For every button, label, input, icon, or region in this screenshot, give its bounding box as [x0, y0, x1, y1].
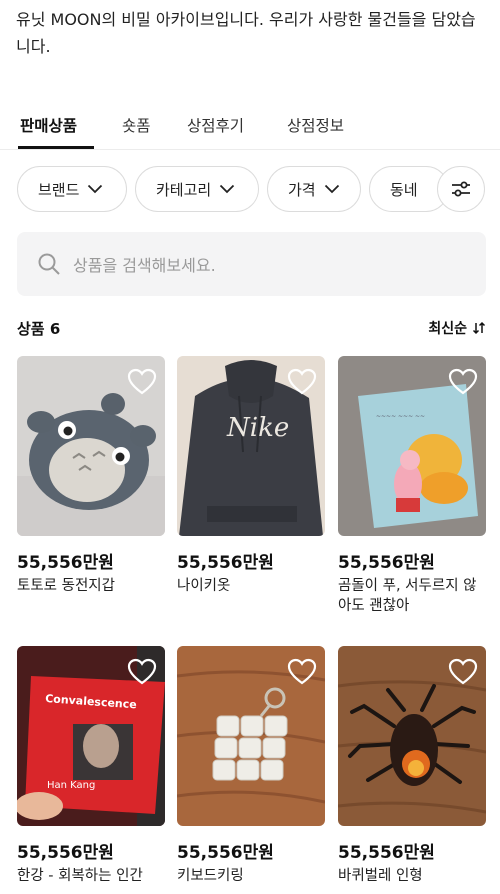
product-count: 상품 6	[17, 320, 61, 338]
product-image: Nike	[177, 356, 325, 536]
product-name: 바퀴벌레 인형	[338, 868, 423, 884]
category-filter-chip[interactable]: 카테고리	[135, 166, 259, 212]
product-name: 곰돌이 푸, 서두르지 않아도 괜찮아	[338, 578, 477, 614]
sort-icon	[472, 321, 486, 335]
heart-icon[interactable]	[127, 368, 157, 396]
price-filter-chip[interactable]: 가격	[267, 166, 361, 212]
product-image: ~~~~ ~~~ ~~	[338, 356, 486, 536]
tab-shortform[interactable]: 숏폼	[122, 114, 151, 136]
sort-label: 최신순	[428, 321, 467, 337]
store-intro: 유닛 MOON의 비밀 아카이브입니다. 우리가 사랑한 물건들을 담았습니다.	[16, 10, 476, 56]
brand-filter-chip[interactable]: 브랜드	[17, 166, 127, 212]
product-price: 55,556만원	[17, 843, 114, 863]
product-image	[17, 356, 165, 536]
search-placeholder: 상품을 검색해보세요.	[73, 256, 216, 275]
sliders-icon	[452, 181, 470, 197]
active-tab-indicator	[18, 146, 94, 149]
product-name: 한강 - 회복하는 인간	[17, 868, 143, 884]
sort-dropdown[interactable]: 최신순	[428, 318, 486, 338]
store-tabs: 판매상품 숏폼 상점후기 상점정보	[0, 110, 500, 150]
product-price: 55,556만원	[338, 553, 435, 573]
heart-icon[interactable]	[448, 658, 478, 686]
product-price: 55,556만원	[177, 843, 274, 863]
tab-store-info[interactable]: 상점정보	[287, 114, 344, 136]
tab-reviews[interactable]: 상점후기	[187, 114, 244, 136]
filter-settings-button[interactable]	[437, 166, 485, 212]
product-image	[177, 646, 325, 826]
product-name: 나이키옷	[177, 578, 231, 594]
chevron-down-icon	[88, 184, 103, 194]
svg-text:~~~~ ~~~ ~~: ~~~~ ~~~ ~~	[376, 413, 425, 420]
heart-icon[interactable]	[287, 368, 317, 396]
price-filter-label: 가격	[288, 180, 316, 199]
chevron-down-icon	[220, 184, 235, 194]
product-search-input[interactable]: 상품을 검색해보세요.	[17, 232, 486, 296]
heart-icon[interactable]	[287, 658, 317, 686]
heart-icon[interactable]	[127, 658, 157, 686]
product-name: 키보드키링	[177, 868, 244, 884]
heart-icon[interactable]	[448, 368, 478, 396]
product-price: 55,556만원	[17, 553, 114, 573]
category-filter-label: 카테고리	[156, 180, 212, 199]
svg-text:Han Kang: Han Kang	[47, 780, 95, 791]
product-price: 55,556만원	[338, 843, 435, 863]
filter-bar: 브랜드 카테고리 가격 동네	[0, 166, 500, 214]
neighborhood-filter-label: 동네	[390, 180, 418, 199]
brand-filter-label: 브랜드	[38, 180, 80, 199]
chevron-down-icon	[324, 184, 339, 194]
product-name: 토토로 동전지갑	[17, 578, 115, 594]
search-icon	[38, 253, 60, 275]
tab-products[interactable]: 판매상품	[20, 114, 77, 136]
product-price: 55,556만원	[177, 553, 274, 573]
product-count-row: 상품 6 최신순	[17, 318, 486, 340]
product-image	[338, 646, 486, 826]
svg-text:Nike: Nike	[226, 413, 289, 443]
product-image: Convalescence Han Kang	[17, 646, 165, 826]
